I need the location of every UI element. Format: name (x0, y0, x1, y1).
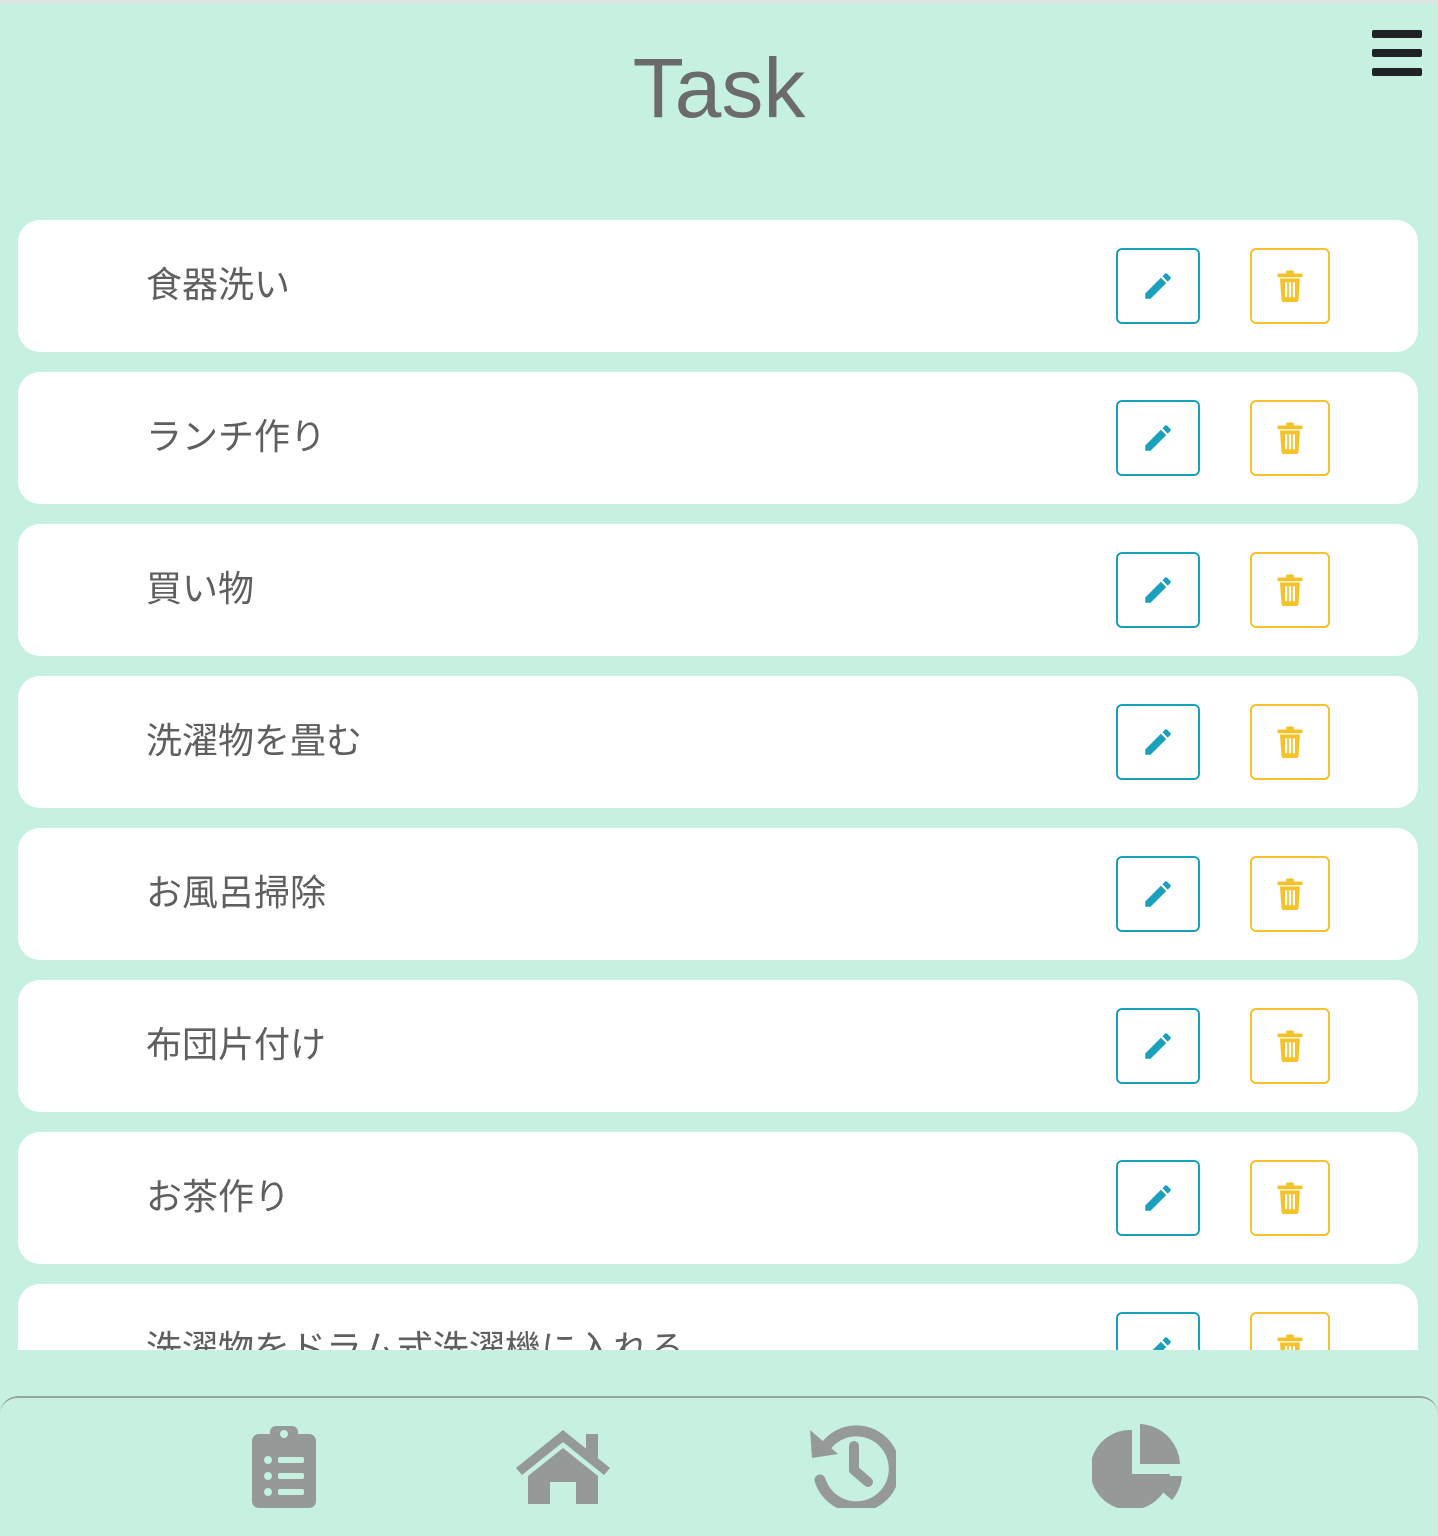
trash-icon (1277, 1030, 1303, 1062)
trash-icon (1277, 726, 1303, 758)
nav-history-button[interactable] (808, 1424, 900, 1513)
delete-button[interactable] (1250, 552, 1330, 628)
pencil-icon (1145, 425, 1171, 451)
pencil-icon (1145, 577, 1171, 603)
nav-tasks-button[interactable] (250, 1424, 318, 1514)
delete-button[interactable] (1250, 400, 1330, 476)
delete-button[interactable] (1250, 1160, 1330, 1236)
delete-button[interactable] (1250, 704, 1330, 780)
home-icon (516, 1430, 610, 1504)
edit-button[interactable] (1116, 1160, 1200, 1236)
edit-button[interactable] (1116, 552, 1200, 628)
task-row: 買い物 (18, 524, 1418, 656)
task-row: 洗濯物をドラム式洗濯機に入れる (18, 1284, 1418, 1350)
pencil-icon (1145, 1033, 1171, 1059)
task-label: お茶作り (146, 1177, 291, 1218)
task-label: お風呂掃除 (146, 873, 327, 914)
task-row: 布団片付け (18, 980, 1418, 1112)
trash-icon (1277, 270, 1303, 303)
nav-stats-button[interactable] (1090, 1424, 1186, 1512)
trash-icon (1277, 422, 1303, 455)
edit-button[interactable] (1116, 1312, 1200, 1350)
history-icon (810, 1425, 900, 1513)
nav-home-button[interactable] (514, 1428, 612, 1508)
bottom-nav (0, 1396, 1438, 1536)
delete-button[interactable] (1250, 856, 1330, 932)
edit-button[interactable] (1116, 704, 1200, 780)
edit-button[interactable] (1116, 248, 1200, 324)
task-label: ランチ作り (146, 417, 327, 458)
delete-button[interactable] (1250, 1312, 1330, 1350)
trash-icon (1277, 574, 1303, 606)
pencil-icon (1145, 881, 1171, 907)
task-label: 食器洗い (146, 265, 291, 306)
page-title: Task (632, 41, 806, 135)
edit-button[interactable] (1116, 856, 1200, 932)
delete-button[interactable] (1250, 248, 1330, 324)
trash-icon (1277, 1334, 1303, 1350)
task-label: 布団片付け (146, 1025, 327, 1066)
clipboard-list-icon (252, 1426, 316, 1508)
pencil-icon (1145, 1185, 1171, 1211)
task-row: 洗濯物を畳む (18, 676, 1418, 808)
trash-icon (1277, 1182, 1303, 1214)
task-row: お風呂掃除 (18, 828, 1418, 960)
trash-icon (1277, 878, 1303, 910)
task-label: 買い物 (146, 569, 255, 610)
edit-button[interactable] (1116, 1008, 1200, 1084)
delete-button[interactable] (1250, 1008, 1330, 1084)
pie-chart-icon (1090, 1424, 1182, 1510)
task-row: お茶作り (18, 1132, 1418, 1264)
edit-button[interactable] (1116, 400, 1200, 476)
pencil-icon (1145, 273, 1171, 299)
task-list[interactable]: 食器洗い ランチ作り 買い物 洗濯物を畳む お風呂掃除 布団片付け お茶作り 洗… (0, 220, 1438, 1350)
task-row: 食器洗い (18, 220, 1418, 352)
top-divider (0, 0, 1438, 3)
pencil-icon (1145, 729, 1171, 755)
task-label: 洗濯物をドラム式洗濯機に入れる (146, 1329, 685, 1350)
task-label: 洗濯物を畳む (146, 721, 363, 762)
task-row: ランチ作り (18, 372, 1418, 504)
pencil-icon (1152, 1337, 1171, 1350)
hamburger-menu-icon[interactable] (1372, 30, 1424, 76)
